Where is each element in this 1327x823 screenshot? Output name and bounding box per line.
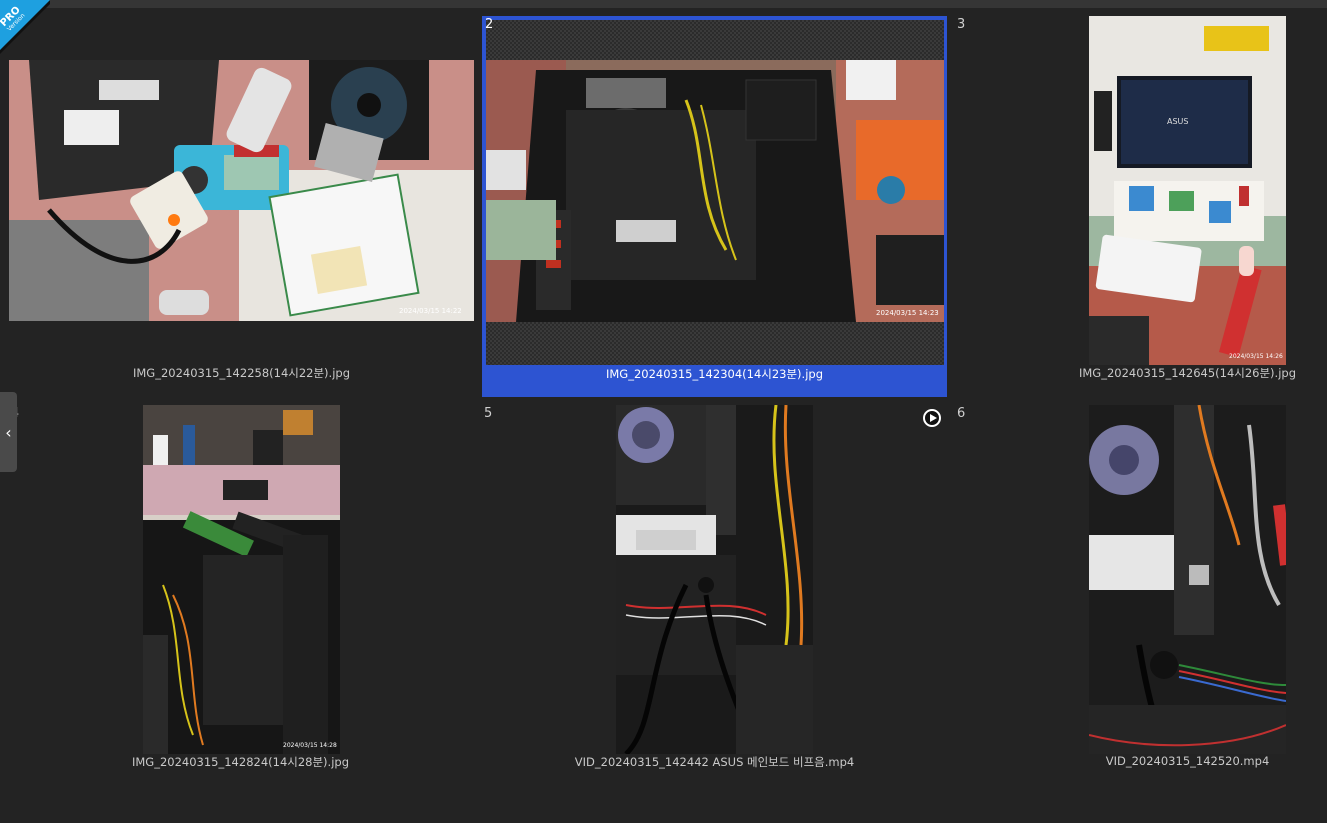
item-caption: IMG_20240315_142258(14시22분).jpg — [132, 366, 350, 380]
item-index: 5 — [484, 406, 493, 421]
pro-version-badge: PRO Version — [0, 0, 50, 54]
svg-text:ASUS: ASUS — [1167, 117, 1188, 126]
photo-timestamp: 2024/03/15 14:22 — [399, 307, 462, 315]
item-index: 2 — [485, 17, 494, 32]
item-caption: VID_20240315_142520.mp4 — [1105, 754, 1270, 768]
item-caption: IMG_20240315_142645(14시26분).jpg — [1078, 366, 1296, 380]
video-play-icon[interactable] — [923, 409, 941, 427]
top-bar — [0, 0, 1327, 8]
item-caption: IMG_20240315_142304(14시23분).jpg — [605, 367, 823, 381]
thumbnail-pc-case-photo[interactable]: 2024/03/15 14:23 — [486, 20, 944, 365]
chevron-left-icon: ‹ — [5, 422, 12, 442]
thumbnail-motherboard-video[interactable] — [616, 405, 813, 754]
photo-timestamp: 2024/03/15 14:26 — [1229, 353, 1283, 360]
photo-timestamp: 2024/03/15 14:23 — [876, 309, 939, 317]
item-index: 6 — [957, 406, 966, 421]
thumbnail-power-meter-photo[interactable]: 2024/03/15 14:22 — [9, 60, 474, 321]
item-index: 3 — [957, 17, 966, 32]
item-caption: IMG_20240315_142824(14시28분).jpg — [131, 755, 349, 769]
item-caption: VID_20240315_142442 ASUS 메인보드 비프음.mp4 — [574, 755, 855, 769]
photo-timestamp: 2024/03/15 14:28 — [283, 742, 337, 749]
thumbnail-ram-case-photo[interactable]: 2024/03/15 14:28 — [143, 405, 340, 754]
thumbnail-monitor-desk-photo[interactable]: ASUS 2024/03/15 14:26 — [1089, 16, 1286, 365]
thumbnail-motherboard-cables-video[interactable] — [1089, 405, 1286, 754]
prev-page-button[interactable]: ‹ — [0, 392, 17, 472]
